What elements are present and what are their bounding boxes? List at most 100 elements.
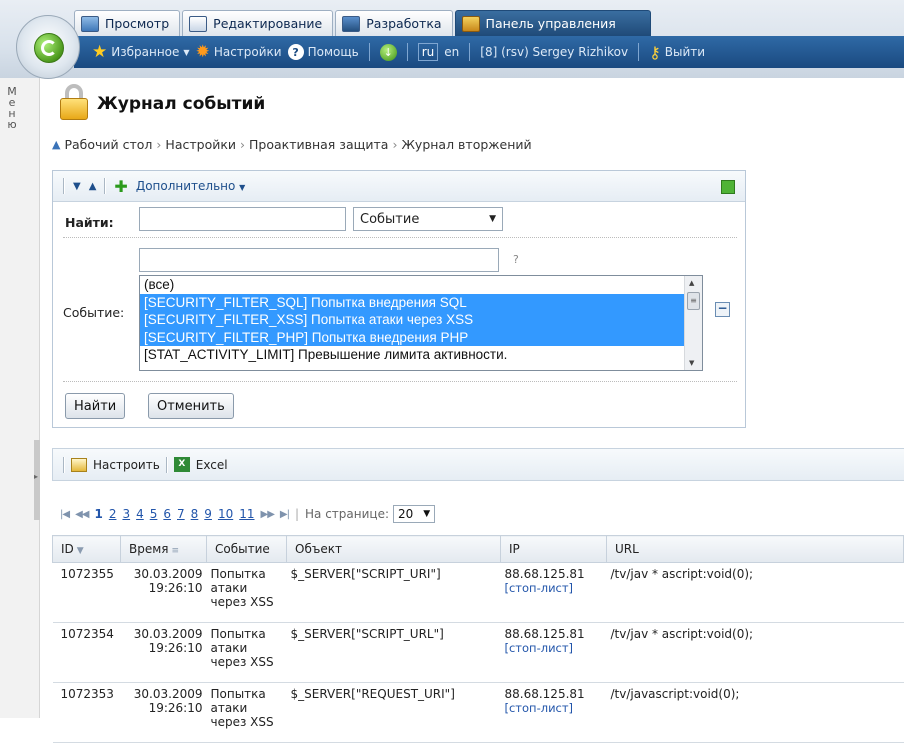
drag-handle[interactable]: [63, 456, 65, 473]
first-page-icon[interactable]: |◀: [60, 509, 70, 520]
event-option-xss[interactable]: [SECURITY_FILTER_XSS] Попытка атаки чере…: [140, 311, 684, 329]
drag-handle[interactable]: [63, 178, 65, 194]
stop-list-link[interactable]: [стоп-лист]: [505, 701, 603, 715]
separator: [406, 43, 408, 61]
event-line: Попытка: [210, 687, 266, 701]
listbox-scrollbar[interactable]: ▲ ≡ ▼: [684, 276, 702, 370]
filter-text-input[interactable]: [139, 248, 499, 272]
event-option-all[interactable]: (все): [140, 276, 684, 294]
event-multiselect[interactable]: (все) [SECURITY_FILTER_SQL] Попытка внед…: [139, 275, 703, 371]
settings-link[interactable]: ✹ Настройки: [196, 43, 282, 61]
update-icon[interactable]: ↓: [379, 43, 397, 61]
tab-control-panel[interactable]: Панель управления: [454, 10, 651, 36]
plus-icon[interactable]: ✚: [114, 177, 127, 196]
find-button[interactable]: Найти: [65, 393, 126, 419]
column-header-object[interactable]: Объект: [286, 535, 501, 563]
sort-icon: ≡: [171, 546, 180, 556]
hint-icon[interactable]: ?: [513, 253, 519, 266]
table-row[interactable]: 1072353 30.03.2009 19:26:10 Попытка атаки ч…: [52, 682, 904, 743]
column-header-url[interactable]: URL: [606, 535, 904, 563]
breadcrumb-current: Журнал вторжений: [401, 137, 532, 152]
table-row[interactable]: 1072354 30.03.2009 19:26:10 Попытка атаки ч…: [52, 622, 904, 683]
find-label: Найти:: [65, 215, 114, 230]
column-header-event[interactable]: Событие: [206, 535, 287, 563]
table-row[interactable]: 1072355 30.03.2009 19:26:10 Попытка атаки ч…: [52, 562, 904, 623]
find-input[interactable]: [139, 207, 346, 231]
separator: [469, 43, 471, 61]
favorites-menu[interactable]: ★ Избранное ▼: [92, 41, 190, 62]
event-option-php[interactable]: [SECURITY_FILTER_PHP] Попытка внедрения …: [140, 328, 684, 347]
help-icon: ?: [287, 44, 304, 60]
last-page-icon[interactable]: ▶|: [280, 509, 290, 520]
tab-develop[interactable]: Разработка: [335, 10, 453, 36]
event-option-activity-limit[interactable]: [STAT_ACTIVITY_LIMIT] Превышение лимита …: [140, 346, 684, 364]
column-header-ip[interactable]: IP: [500, 535, 607, 563]
tab-view[interactable]: Просмотр: [74, 10, 181, 36]
side-menu[interactable]: М е н ю ▸: [0, 78, 40, 718]
event-line: через XSS: [210, 655, 274, 669]
more-filters-dropdown[interactable]: Дополнительно ▼: [136, 179, 246, 193]
page-link[interactable]: 5: [150, 507, 158, 521]
breadcrumb-desktop[interactable]: Рабочий стол: [64, 137, 152, 152]
tab-edit[interactable]: Редактирование: [182, 10, 334, 36]
cell-time: 30.03.2009 19:26:10: [120, 622, 207, 683]
column-label: Время: [129, 542, 169, 556]
page-link-current[interactable]: 1: [94, 507, 102, 521]
home-icon: ▲: [52, 138, 61, 151]
filter-panel: ▼ ▲ ✚ Дополнительно ▼ Найти: Событие ▼ ?…: [52, 170, 746, 428]
ip-value: 88.68.125.81: [504, 687, 585, 701]
scroll-up-icon[interactable]: ▲: [689, 279, 694, 287]
bitrix-logo-icon: [34, 33, 64, 63]
filter-status-icon[interactable]: [721, 180, 735, 194]
divider: [63, 237, 737, 238]
help-link[interactable]: ? Помощь: [287, 44, 359, 60]
logout-link[interactable]: ⚷ Выйти: [649, 43, 705, 62]
page-link[interactable]: 8: [191, 507, 199, 521]
scroll-down-icon[interactable]: ▼: [689, 359, 694, 367]
lang-ru[interactable]: ru: [417, 43, 439, 61]
page-link[interactable]: 7: [177, 507, 185, 521]
column-header-id[interactable]: ID ▼: [52, 535, 121, 563]
start-menu-button[interactable]: [16, 15, 80, 79]
page-link[interactable]: 3: [122, 507, 130, 521]
user-link[interactable]: [8] (rsv) Sergey Rizhikov: [480, 45, 628, 59]
cell-time: 30.03.2009 19:26:10: [120, 682, 207, 743]
event-option-sql[interactable]: [SECURITY_FILTER_SQL] Попытка внедрения …: [140, 293, 684, 312]
collapse-down-icon[interactable]: ▼: [73, 181, 81, 192]
lang-en[interactable]: en: [444, 45, 459, 59]
star-icon: ★: [92, 41, 108, 62]
excel-button[interactable]: Excel: [196, 458, 228, 472]
event-line: через XSS: [210, 715, 274, 729]
logout-label: Выйти: [664, 45, 706, 59]
stop-list-link[interactable]: [стоп-лист]: [505, 581, 603, 595]
help-label: Помощь: [307, 45, 359, 59]
event-line: Попытка: [210, 627, 266, 641]
cell-url: /tv/javascript:void(0);: [606, 682, 904, 743]
develop-icon: [342, 15, 361, 32]
remove-filter-button[interactable]: −: [715, 302, 730, 317]
page-link[interactable]: 6: [163, 507, 171, 521]
scroll-thumb[interactable]: ≡: [687, 292, 700, 310]
page-link[interactable]: 11: [239, 507, 254, 521]
next-page-icon[interactable]: ▶▶: [261, 509, 275, 520]
collapse-up-icon[interactable]: ▲: [89, 181, 97, 192]
cell-ip: 88.68.125.81 [стоп-лист]: [500, 562, 607, 623]
page-link[interactable]: 4: [136, 507, 144, 521]
page-link[interactable]: 10: [218, 507, 233, 521]
separator: |: [294, 507, 299, 521]
breadcrumb-settings[interactable]: Настройки: [165, 137, 236, 152]
configure-button[interactable]: Настроить: [93, 458, 160, 472]
cancel-button[interactable]: Отменить: [148, 393, 234, 419]
page-link[interactable]: 9: [204, 507, 212, 521]
per-page-select[interactable]: 20 ▼: [393, 505, 436, 523]
side-menu-toggle[interactable]: ▸: [34, 440, 40, 520]
page-link[interactable]: 2: [109, 507, 117, 521]
cell-clock: 19:26:10: [148, 581, 203, 595]
prev-page-icon[interactable]: ◀◀: [75, 509, 89, 520]
cell-event: Попытка атаки через XSS: [206, 682, 287, 743]
stop-list-link[interactable]: [стоп-лист]: [505, 641, 603, 655]
column-header-time[interactable]: Время ≡: [120, 535, 207, 563]
chevron-down-icon: ▼: [183, 47, 190, 57]
find-field-select[interactable]: Событие ▼: [353, 207, 503, 231]
breadcrumb-proactive[interactable]: Проактивная защита: [249, 137, 388, 152]
